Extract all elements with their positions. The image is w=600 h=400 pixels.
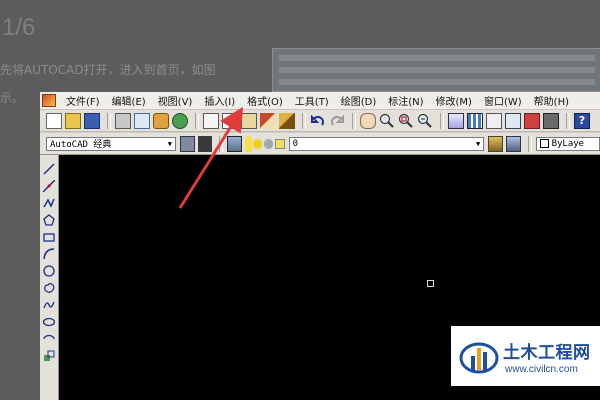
zoom-realtime-icon[interactable] xyxy=(379,113,395,129)
instruction-line-1: 先将AUTOCAD打开，进入到首页，如图 xyxy=(0,63,216,77)
arc-icon[interactable] xyxy=(43,245,55,260)
tool-palettes-icon[interactable] xyxy=(486,112,502,129)
markup-icon[interactable] xyxy=(524,112,540,129)
match-properties-icon[interactable] xyxy=(260,112,276,129)
linetype-value: ByLaye xyxy=(551,138,585,149)
lightbulb-icon xyxy=(244,135,253,152)
background-window-thumbnail xyxy=(272,48,600,92)
workspace-settings-icon[interactable] xyxy=(180,135,195,152)
menu-insert[interactable]: 插入(I) xyxy=(198,93,241,108)
polygon-icon[interactable] xyxy=(43,211,55,226)
properties-icon[interactable] xyxy=(448,112,464,129)
watermark-name: 土木工程网 xyxy=(503,343,591,362)
insert-block-icon[interactable] xyxy=(43,347,55,361)
revision-cloud-icon[interactable] xyxy=(43,279,55,293)
print-icon[interactable] xyxy=(115,112,131,129)
layer-color-icon xyxy=(275,138,285,149)
linetype-dropdown[interactable]: ByLaye xyxy=(535,136,600,151)
pan-icon[interactable] xyxy=(360,112,376,129)
menu-view[interactable]: 视图(V) xyxy=(152,93,199,108)
watermark-logo: 土木工程网 www.civilcn.com xyxy=(451,326,600,386)
standard-toolbar: ? xyxy=(40,110,600,132)
workspace-layers-toolbar: AutoCAD 经典 ▼ 0 ▼ ByLaye xyxy=(40,133,600,155)
copy-icon[interactable] xyxy=(222,112,238,129)
zoom-window-icon[interactable] xyxy=(398,113,414,129)
construction-line-icon[interactable] xyxy=(42,177,56,193)
layer-previous-icon[interactable] xyxy=(505,135,521,152)
menu-draw[interactable]: 绘图(D) xyxy=(335,93,383,108)
circle-icon[interactable] xyxy=(43,262,55,277)
plot-icon[interactable] xyxy=(172,112,188,129)
chevron-down-icon: ▼ xyxy=(167,139,172,148)
menu-help[interactable]: 帮助(H) xyxy=(528,93,575,108)
calculator-icon[interactable] xyxy=(543,112,559,129)
menu-format[interactable]: 格式(O) xyxy=(241,93,289,108)
crosshair-pickbox xyxy=(427,280,434,287)
layer-properties-icon[interactable] xyxy=(227,135,242,152)
save-icon[interactable] xyxy=(84,112,100,129)
layer-dropdown[interactable]: 0 ▼ xyxy=(288,136,485,151)
step-indicator: 1/6 xyxy=(2,14,36,41)
checkbox-icon xyxy=(539,139,549,148)
chevron-down-icon: ▼ xyxy=(476,139,481,148)
design-center-icon[interactable] xyxy=(467,112,483,129)
line-icon[interactable] xyxy=(43,160,55,175)
menu-window[interactable]: 窗口(W) xyxy=(478,93,528,108)
menu-bar: 文件(F) 编辑(E) 视图(V) 插入(I) 格式(O) 工具(T) 绘图(D… xyxy=(40,92,600,110)
cut-icon[interactable] xyxy=(203,112,219,129)
open-icon[interactable] xyxy=(65,112,81,129)
menu-file[interactable]: 文件(F) xyxy=(60,93,106,108)
publish-icon[interactable] xyxy=(153,112,169,129)
menu-dimension[interactable]: 标注(N) xyxy=(382,93,429,108)
autocad-app-icon[interactable] xyxy=(42,94,56,107)
make-current-layer-icon[interactable] xyxy=(488,135,503,152)
help-icon[interactable]: ? xyxy=(574,112,590,129)
layer-value: 0 xyxy=(292,138,299,149)
undo-icon[interactable] xyxy=(310,113,326,129)
lock-icon xyxy=(264,138,274,149)
civilcn-logo-icon xyxy=(459,342,499,374)
spline-icon[interactable] xyxy=(43,296,55,309)
redo-icon[interactable] xyxy=(329,113,345,129)
sun-icon xyxy=(253,138,263,149)
block-editor-icon[interactable] xyxy=(279,112,295,129)
ellipse-icon[interactable] xyxy=(42,313,56,327)
workspace-save-icon[interactable] xyxy=(197,135,213,152)
zoom-previous-icon[interactable] xyxy=(417,113,433,129)
watermark-url: www.civilcn.com xyxy=(505,364,578,375)
sheet-set-icon[interactable] xyxy=(505,112,521,129)
polyline-icon[interactable] xyxy=(43,194,55,208)
workspace-dropdown[interactable]: AutoCAD 经典 ▼ xyxy=(46,136,176,151)
workspace-value: AutoCAD 经典 xyxy=(50,140,112,150)
menu-edit[interactable]: 编辑(E) xyxy=(106,93,152,108)
paste-icon[interactable] xyxy=(241,112,257,129)
ellipse-arc-icon[interactable] xyxy=(43,330,55,342)
rectangle-icon[interactable] xyxy=(43,228,55,242)
menu-modify[interactable]: 修改(M) xyxy=(430,93,478,108)
new-icon[interactable] xyxy=(46,112,62,129)
preview-icon[interactable] xyxy=(134,112,150,129)
draw-toolbar xyxy=(40,155,59,400)
menu-tools[interactable]: 工具(T) xyxy=(289,93,335,108)
